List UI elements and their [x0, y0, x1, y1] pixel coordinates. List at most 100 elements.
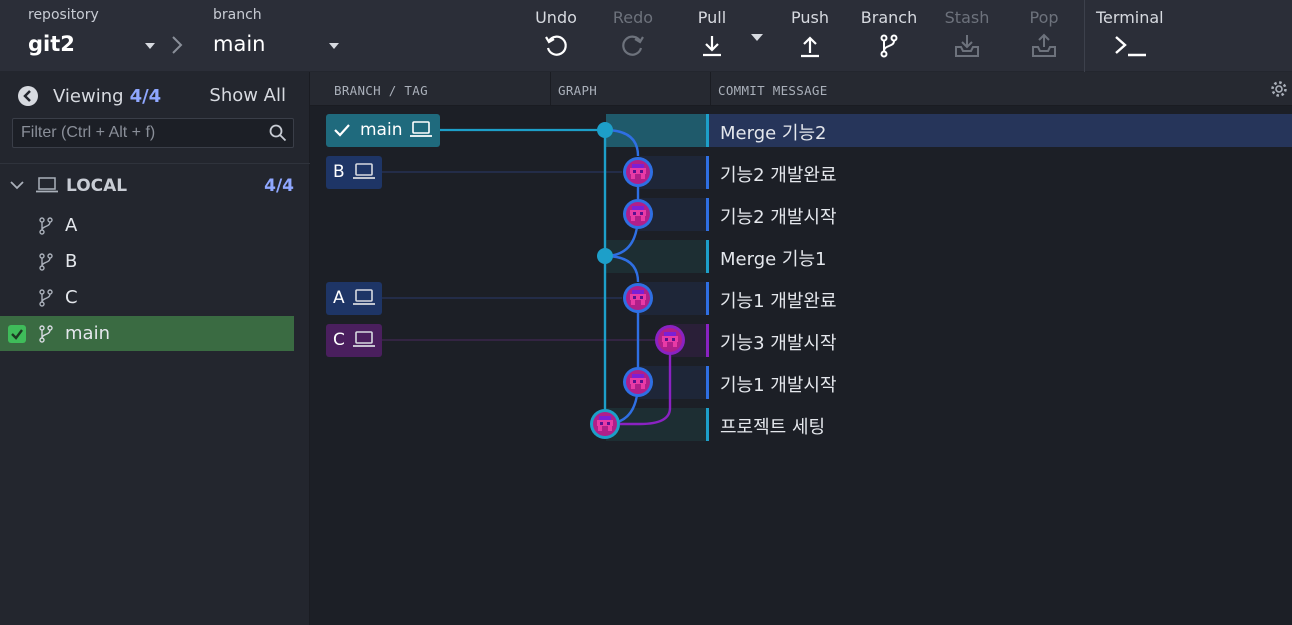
commit-message: 기능1 개발시작	[720, 375, 837, 396]
commit-avatar-icon	[623, 199, 653, 229]
sidebar-branch-b[interactable]: B	[0, 244, 294, 279]
commit-avatar-icon	[623, 157, 653, 187]
redo-button[interactable]: Redo	[608, 0, 658, 72]
sidebar-branch-a[interactable]: A	[0, 208, 294, 243]
viewing-bar: Viewing 4/4 Show All	[18, 84, 298, 110]
viewing-count: 4/4	[129, 86, 162, 107]
filter-input[interactable]	[21, 123, 261, 143]
commit-row[interactable]: 프로젝트 세팅	[706, 408, 1292, 441]
branch-button[interactable]: Branch	[858, 0, 920, 72]
stash-button[interactable]: Stash	[942, 0, 992, 72]
show-all-button[interactable]: Show All	[209, 85, 286, 106]
sidebar-branch-label: C	[65, 287, 78, 308]
back-icon[interactable]	[18, 86, 38, 106]
commit-row[interactable]: 기능1 개발완료	[706, 282, 1292, 315]
commit-row[interactable]: Merge 기능2	[706, 114, 1292, 147]
lane-marker	[706, 366, 709, 399]
lane-marker	[706, 198, 709, 231]
commit-avatar-icon	[655, 325, 685, 355]
sidebar-branch-label: main	[65, 323, 110, 344]
terminal-button[interactable]: Terminal	[1096, 0, 1168, 72]
gear-icon[interactable]	[1270, 80, 1288, 98]
branch-icon	[39, 325, 53, 343]
pop-label: Pop	[1029, 8, 1059, 27]
toolbar-divider	[1084, 0, 1085, 72]
commit-avatar-icon	[590, 409, 620, 439]
branch-icon	[880, 34, 898, 58]
commit-graph-panel: BRANCH / TAG GRAPH COMMIT MESSAGE main B…	[310, 72, 1292, 625]
pull-options-icon[interactable]	[751, 34, 763, 41]
lane-marker	[706, 114, 709, 147]
merge-commit-dot	[597, 248, 613, 264]
branch-dropdown-icon[interactable]	[329, 43, 339, 49]
sidebar-branch-label: B	[65, 251, 78, 272]
commit-message: 기능2 개발완료	[720, 165, 837, 186]
branch-icon	[39, 217, 53, 235]
checkout-check-icon	[8, 325, 26, 343]
undo-icon	[545, 35, 567, 56]
commit-row[interactable]: Merge 기능1	[706, 240, 1292, 273]
branch-label: branch	[213, 7, 262, 23]
local-section-header[interactable]: LOCAL 4/4	[0, 172, 310, 200]
local-label: LOCAL	[66, 176, 128, 196]
lane-marker	[706, 324, 709, 357]
search-icon	[269, 124, 287, 142]
commit-message: 프로젝트 세팅	[720, 417, 826, 438]
redo-icon	[622, 35, 644, 56]
stash-label: Stash	[944, 8, 990, 27]
commit-row[interactable]: 기능2 개발시작	[706, 198, 1292, 231]
pop-icon	[1032, 33, 1056, 57]
commit-message: 기능3 개발시작	[720, 333, 837, 354]
lane-marker	[706, 408, 709, 441]
terminal-icon	[1115, 36, 1146, 57]
repository-dropdown-icon[interactable]	[145, 43, 155, 49]
push-button[interactable]: Push	[786, 0, 834, 72]
chevron-down-icon[interactable]	[10, 180, 24, 190]
column-commit-message[interactable]: COMMIT MESSAGE	[718, 83, 828, 98]
laptop-icon	[36, 177, 58, 193]
viewing-text: Viewing 4/4	[53, 86, 162, 107]
filter-box[interactable]	[12, 118, 294, 148]
repository-name: git2	[28, 32, 75, 56]
commit-message: 기능2 개발시작	[720, 207, 837, 228]
pull-button[interactable]: Pull	[690, 0, 734, 72]
chevron-right-icon	[172, 36, 183, 54]
commit-message: Merge 기능2	[720, 123, 827, 144]
pop-button[interactable]: Pop	[1022, 0, 1066, 72]
repository-selector[interactable]: repository git2	[28, 0, 163, 72]
branch-button-label: Branch	[860, 8, 918, 27]
pull-icon	[703, 36, 721, 57]
commit-message: Merge 기능1	[720, 249, 827, 270]
sidebar: Viewing4/4 Show All LOCAL 4/4	[0, 72, 310, 625]
commit-row[interactable]: 기능2 개발완료	[706, 156, 1292, 189]
commit-row[interactable]: 기능3 개발시작	[706, 324, 1292, 357]
commit-graph	[590, 122, 685, 439]
commit-row[interactable]: 기능1 개발시작	[706, 366, 1292, 399]
branch-selector[interactable]: branch main	[213, 0, 343, 72]
local-count: 4/4	[264, 176, 294, 196]
push-label: Push	[791, 8, 829, 27]
commit-avatar-icon	[623, 283, 653, 313]
undo-label: Undo	[535, 8, 577, 27]
lane-marker	[706, 156, 709, 189]
repository-label: repository	[28, 7, 99, 23]
terminal-label: Terminal	[1096, 8, 1164, 27]
undo-button[interactable]: Undo	[530, 0, 582, 72]
lane-marker	[706, 282, 709, 315]
lane-marker	[706, 240, 709, 273]
push-icon	[801, 36, 819, 58]
merge-commit-dot	[597, 122, 613, 138]
commit-message: 기능1 개발완료	[720, 291, 837, 312]
branch-name: main	[213, 32, 266, 56]
branch-icon	[39, 253, 53, 271]
commit-avatar-icon	[623, 367, 653, 397]
stash-icon	[955, 35, 979, 57]
sidebar-branch-main[interactable]: main	[0, 316, 294, 351]
toolbar: repository git2 branch main Undo Redo Pu…	[0, 0, 1292, 72]
sidebar-branch-label: A	[65, 215, 78, 236]
sidebar-divider	[0, 163, 310, 164]
pull-label: Pull	[697, 8, 727, 27]
sidebar-branch-c[interactable]: C	[0, 280, 294, 315]
redo-label: Redo	[612, 8, 654, 27]
branch-icon	[39, 289, 53, 307]
